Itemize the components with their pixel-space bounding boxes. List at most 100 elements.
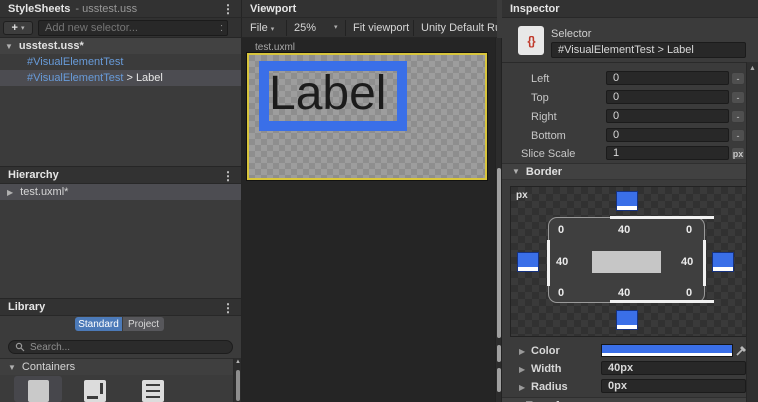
scrollbar-thumb[interactable] xyxy=(497,168,501,338)
row-label-right: Right xyxy=(531,111,557,123)
border-top-color-swatch[interactable] xyxy=(616,191,638,211)
border-left-color-swatch[interactable] xyxy=(517,252,539,272)
foldout-collapsed-icon[interactable]: ▶ xyxy=(519,383,525,392)
stylesheets-title: StyleSheets xyxy=(8,2,71,15)
inspector-scrollbar[interactable]: ▲ xyxy=(746,62,758,402)
scroll-up-arrow-icon[interactable]: ▲ xyxy=(749,65,756,72)
scrollbar-thumb[interactable] xyxy=(497,345,501,362)
uss-selector-row[interactable]: #VisualElementTest xyxy=(0,54,241,70)
stylesheet-root-label: usstest.uss* xyxy=(18,40,84,52)
border-value[interactable]: 40 xyxy=(618,287,630,299)
divider xyxy=(502,62,758,63)
row-label-slice-scale: Slice Scale xyxy=(521,148,576,160)
stylesheets-panel-header: StyleSheets - usstest.uss ⋮ xyxy=(0,0,241,18)
foldout-collapsed-icon[interactable]: ▶ xyxy=(519,365,525,374)
top-unit-dropdown[interactable]: - xyxy=(731,91,745,104)
foldout-collapsed-icon[interactable]: ▶ xyxy=(7,188,13,197)
uss-selector-row-selected[interactable]: #VisualElementTest > Label xyxy=(0,70,241,86)
kebab-menu-icon[interactable]: ⋮ xyxy=(222,2,234,16)
list-view-icon[interactable] xyxy=(142,380,164,402)
top-value-field[interactable]: 0 xyxy=(606,90,729,104)
library-scrollbar[interactable]: ▲ xyxy=(233,358,241,402)
border-left-width-indicator xyxy=(547,240,550,286)
viewport-toolbar: File ▾ 25% ▾ Fit viewport Unity Default … xyxy=(241,18,497,38)
stylesheets-subtitle: - usstest.uss xyxy=(75,2,138,15)
border-value[interactable]: 0 xyxy=(558,287,564,299)
add-selector-input[interactable] xyxy=(38,20,228,36)
right-value-field[interactable]: 0 xyxy=(606,109,729,123)
stylesheet-root-row[interactable]: ▼ usstest.uss* xyxy=(0,38,241,54)
border-right-color-swatch[interactable] xyxy=(712,252,734,272)
toolbar-divider xyxy=(286,20,287,36)
search-icon xyxy=(15,342,25,352)
visual-element-icon[interactable] xyxy=(28,380,49,402)
uss-file-icon: {} xyxy=(518,26,544,55)
uss-selector-label: #VisualElementTest xyxy=(27,56,124,68)
scrollbar-thumb[interactable] xyxy=(236,370,240,401)
slice-scale-value-field[interactable]: 1 xyxy=(606,146,729,160)
border-width-field[interactable]: 40px xyxy=(601,361,746,375)
kebab-menu-icon[interactable]: ⋮ xyxy=(222,301,234,315)
uss-selector-label: #VisualElementTest > Label xyxy=(27,72,163,84)
border-top-width-indicator xyxy=(610,216,714,219)
border-bottom-color-swatch[interactable] xyxy=(616,310,638,330)
containers-foldout-header[interactable]: ▼ Containers xyxy=(0,358,233,375)
kebab-menu-icon[interactable]: ⋮ xyxy=(222,169,234,183)
add-selector-menu-button[interactable]: + ▾ xyxy=(3,21,33,35)
border-value[interactable]: 40 xyxy=(681,256,693,268)
search-placeholder: Search... xyxy=(30,341,71,353)
border-width-label: Width xyxy=(531,363,562,375)
theme-selector-dropdown[interactable]: Unity Default Runtime Th xyxy=(421,22,497,34)
transform-foldout-header[interactable]: ▼ Transform xyxy=(502,397,746,402)
chevron-down-icon: ▾ xyxy=(20,25,25,32)
zoom-level-dropdown[interactable]: 25% xyxy=(294,22,316,34)
library-title: Library xyxy=(8,301,46,313)
border-value[interactable]: 0 xyxy=(558,224,564,236)
selector-label: Selector xyxy=(551,28,592,40)
library-search-field[interactable]: Search... xyxy=(8,340,233,354)
canvas-document-label[interactable]: test.uxml xyxy=(255,42,295,53)
border-right-width-indicator xyxy=(703,240,706,286)
border-value[interactable]: 0 xyxy=(686,287,692,299)
foldout-expanded-icon: ▼ xyxy=(512,167,520,176)
tab-project[interactable]: Project xyxy=(123,317,164,331)
right-unit-dropdown[interactable]: - xyxy=(731,110,745,123)
chevron-down-icon[interactable]: ▾ xyxy=(334,23,338,31)
border-bottom-width-indicator xyxy=(610,300,714,303)
border-radius-field[interactable]: 0px xyxy=(601,379,746,393)
hierarchy-panel-header: Hierarchy ⋮ xyxy=(0,166,241,184)
toolbar-divider xyxy=(413,20,414,36)
foldout-expanded-icon[interactable]: ▼ xyxy=(5,42,13,51)
canvas-label-element[interactable]: Label xyxy=(259,61,407,131)
left-value-field[interactable]: 0 xyxy=(606,71,729,85)
scrollbar-thumb[interactable] xyxy=(497,368,501,392)
border-value[interactable]: 0 xyxy=(686,224,692,236)
border-value[interactable]: 40 xyxy=(556,256,568,268)
scroll-view-icon[interactable] xyxy=(84,380,106,402)
border-color-field[interactable] xyxy=(601,344,733,357)
border-radius-label: Radius xyxy=(531,381,568,393)
viewport-scrollbar[interactable] xyxy=(495,38,502,402)
hierarchy-root-row[interactable]: ▶ test.uxml* xyxy=(0,184,241,200)
canvas[interactable]: Label xyxy=(246,52,488,181)
foldout-collapsed-icon[interactable]: ▶ xyxy=(519,347,525,356)
viewport-panel-header: Viewport xyxy=(241,0,497,18)
viewport-title: Viewport xyxy=(250,2,297,15)
selector-value-field[interactable]: #VisualElementTest > Label xyxy=(551,42,746,58)
file-menu-button[interactable]: File ▾ xyxy=(250,22,274,34)
tab-standard[interactable]: Standard xyxy=(75,317,122,331)
border-color-label: Color xyxy=(531,345,560,357)
slice-scale-unit-dropdown[interactable]: px xyxy=(731,147,745,160)
pseudo-states-button[interactable]: : xyxy=(220,22,223,34)
chevron-down-icon: ▾ xyxy=(270,26,275,33)
border-widget-center-rect[interactable] xyxy=(592,251,661,273)
border-value[interactable]: 40 xyxy=(618,224,630,236)
row-label-left: Left xyxy=(531,73,550,85)
border-section-title: Border xyxy=(525,165,562,178)
left-unit-dropdown[interactable]: - xyxy=(731,72,745,85)
bottom-value-field[interactable]: 0 xyxy=(606,128,729,142)
fit-viewport-button[interactable]: Fit viewport xyxy=(353,22,409,34)
border-unit-label: px xyxy=(516,190,528,201)
border-foldout-header[interactable]: ▼ Border xyxy=(502,163,746,180)
bottom-unit-dropdown[interactable]: - xyxy=(731,129,745,142)
